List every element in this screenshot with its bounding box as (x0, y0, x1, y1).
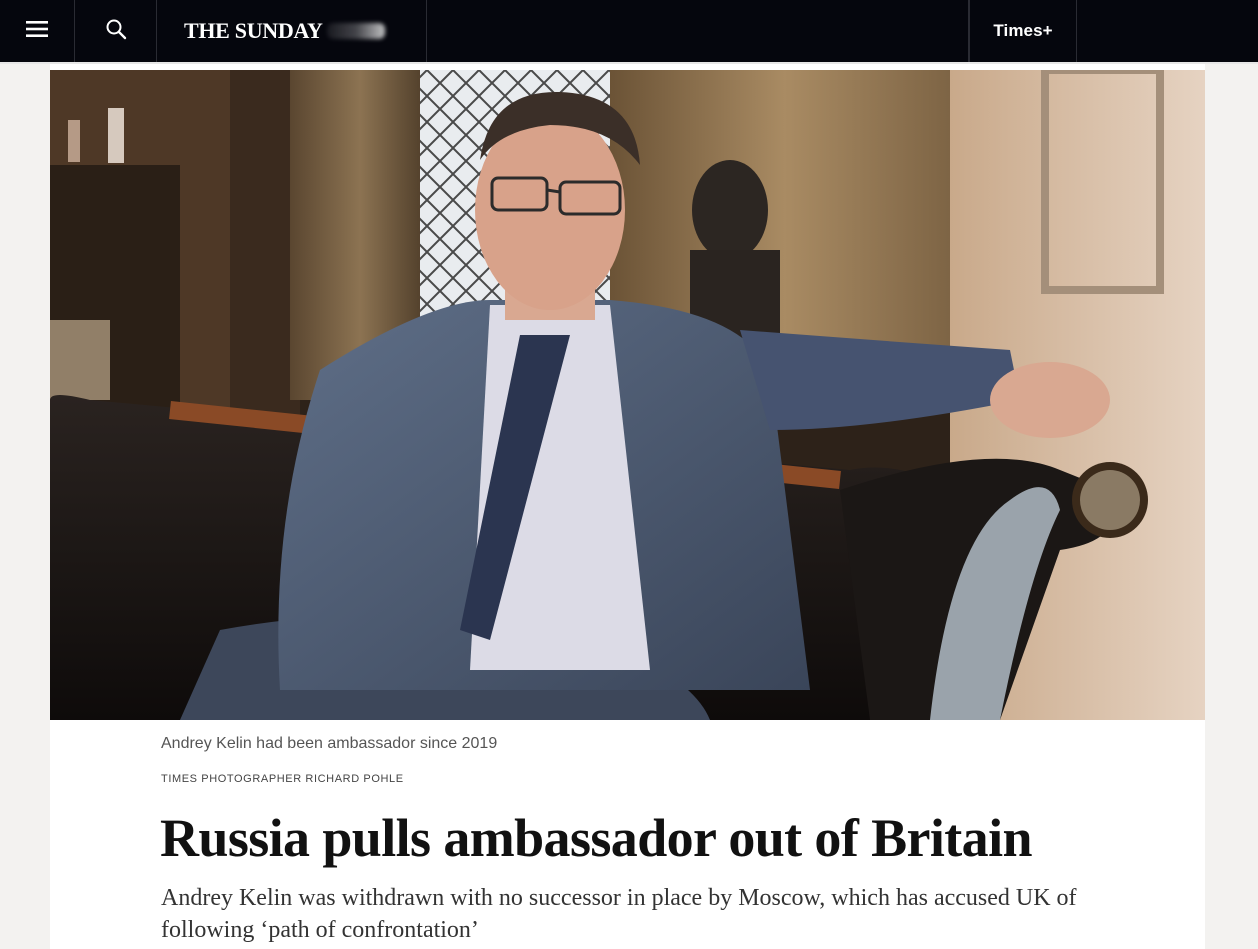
article-standfirst: Andrey Kelin was withdrawn with no succe… (161, 885, 1077, 943)
menu-button[interactable] (0, 0, 75, 62)
image-caption: Andrey Kelin had been ambassador since 2… (161, 735, 498, 752)
article-hero-image[interactable] (50, 70, 1205, 720)
article-card: Andrey Kelin had been ambassador since 2… (50, 64, 1205, 949)
topbar-spacer (427, 0, 969, 62)
times-plus-label: Times+ (993, 21, 1053, 40)
times-plus-link[interactable]: Times+ (969, 0, 1077, 62)
photo-credit: TIMES PHOTOGRAPHER RICHARD POHLE (161, 773, 404, 785)
article-headline: Russia pulls ambassador out of Britain (160, 808, 1033, 868)
hamburger-menu-icon (26, 20, 48, 42)
top-navigation-bar: THE SUNDAY Times+ (0, 0, 1258, 64)
logo-text: THE SUNDAY (184, 18, 323, 43)
site-logo[interactable]: THE SUNDAY (157, 0, 427, 62)
search-icon (105, 18, 127, 45)
logo-blurred-part (326, 23, 385, 39)
search-button[interactable] (75, 0, 157, 62)
